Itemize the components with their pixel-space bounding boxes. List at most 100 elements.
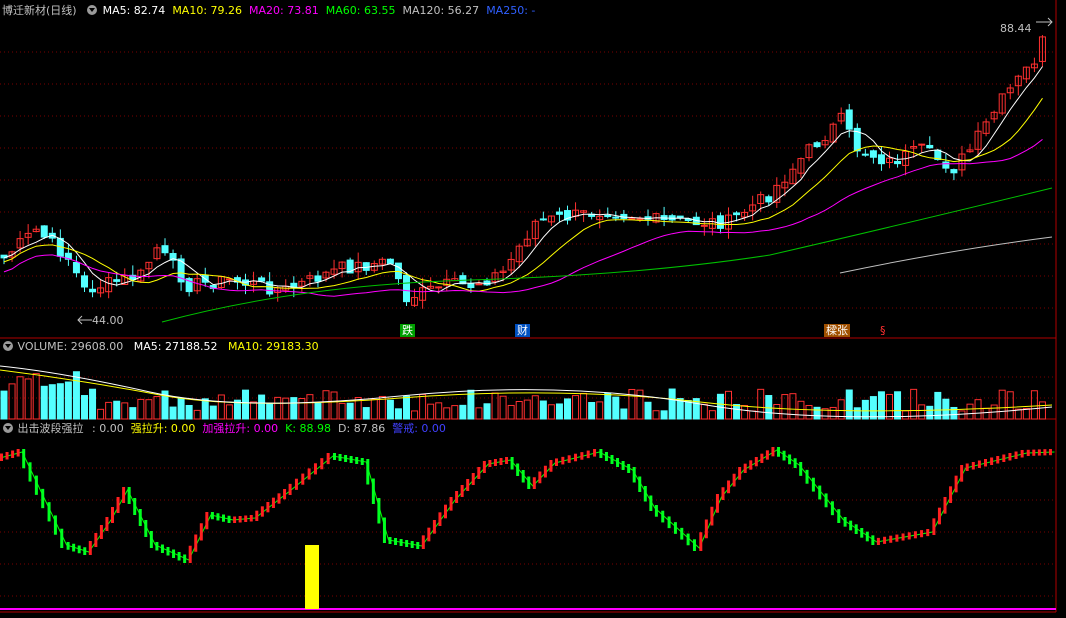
volume-bar	[910, 388, 918, 420]
k-bar	[77, 545, 81, 554]
k-bar	[11, 450, 15, 458]
candle-body	[700, 224, 708, 227]
k-bar	[244, 515, 248, 522]
candle-body	[950, 169, 958, 174]
volume-bar	[386, 399, 394, 420]
k-bar	[721, 487, 725, 500]
k-bar	[654, 505, 658, 517]
volume-bar	[612, 396, 620, 420]
volume-bar	[217, 394, 225, 420]
volume-bar	[362, 407, 370, 420]
k-bar	[338, 454, 342, 461]
k-bar	[255, 510, 259, 521]
candle-body	[81, 275, 88, 288]
k-bar	[144, 520, 148, 537]
k-bar	[574, 453, 578, 462]
volume-bar	[660, 410, 668, 420]
k-bar	[555, 458, 558, 466]
event-badge-s[interactable]: §	[878, 324, 888, 337]
event-badge-cai[interactable]: 财	[515, 324, 530, 337]
volume-bar	[185, 404, 193, 420]
k-bar	[421, 535, 425, 549]
volume-bar	[652, 410, 660, 420]
candle-body	[113, 279, 121, 282]
k-bar	[277, 493, 281, 504]
k-bar	[122, 487, 126, 503]
volume-bar	[394, 408, 402, 420]
volume-bar	[1030, 390, 1038, 420]
volume-bar	[274, 396, 282, 420]
volume-bar	[684, 400, 692, 420]
volume-bar	[0, 390, 8, 420]
k-bar	[788, 454, 792, 465]
volume-bar	[435, 402, 443, 420]
k-bar	[854, 524, 858, 534]
kline-chart[interactable]	[0, 0, 1066, 618]
event-badge-die[interactable]: 跌	[400, 324, 415, 337]
volume-bar	[242, 389, 249, 420]
k-bar	[371, 478, 375, 504]
candle-body	[403, 274, 410, 303]
volume-bar	[258, 394, 266, 420]
volume-bar	[113, 400, 121, 420]
k-bar	[99, 525, 103, 539]
k-bar	[771, 447, 775, 457]
volume-bar	[1038, 401, 1046, 420]
volume-bar	[845, 389, 853, 420]
k-bar	[543, 465, 547, 478]
k-bar	[360, 458, 364, 465]
candle-body	[539, 218, 547, 221]
volume-bar	[137, 398, 145, 420]
k-bar	[743, 463, 747, 473]
volume-bar	[105, 401, 113, 420]
volume-bar	[789, 393, 797, 420]
k-bar	[990, 457, 994, 465]
k-bar	[333, 453, 336, 460]
candle-body	[394, 262, 402, 280]
event-badge-zhang[interactable]: 樑张	[824, 324, 850, 337]
k-bar	[105, 517, 109, 531]
volume-bar	[298, 398, 306, 420]
volume-bar	[177, 397, 185, 420]
high-price-label: 88.44	[1000, 22, 1032, 35]
k-bar	[320, 458, 324, 470]
k-bar	[715, 494, 719, 513]
k-bar	[527, 476, 531, 489]
candle-body	[861, 153, 869, 156]
k-bar	[599, 449, 603, 458]
volume-bar	[8, 383, 16, 420]
k-bar	[205, 512, 209, 530]
k-bar	[937, 507, 941, 525]
k-bar	[499, 458, 503, 465]
candle-body	[161, 245, 169, 254]
volume-bar	[797, 400, 805, 420]
volume-bar	[741, 405, 749, 420]
volume-bar	[974, 399, 982, 420]
k-bar	[116, 497, 120, 513]
k-bar	[155, 542, 159, 551]
k-bar	[249, 515, 253, 522]
k-bar	[47, 502, 51, 522]
volume-bar	[24, 378, 32, 420]
volume-bar	[515, 401, 523, 420]
k-bar	[444, 504, 447, 519]
volume-bar	[81, 395, 88, 420]
k-bar	[183, 554, 187, 563]
candle-body	[869, 150, 877, 158]
k-bar	[16, 449, 20, 457]
k-bar	[632, 467, 636, 483]
volume-bar	[330, 391, 338, 420]
volume-bar	[604, 392, 612, 420]
volume-bar	[451, 405, 459, 420]
volume-bar	[97, 408, 105, 420]
volume-bar	[225, 404, 233, 420]
k-bar	[34, 475, 38, 495]
k-bar	[604, 452, 608, 461]
high-arrow	[1036, 17, 1053, 27]
volume-bar	[40, 385, 48, 420]
k-bar	[913, 531, 917, 539]
k-bar	[1002, 454, 1006, 462]
k-bar	[793, 458, 797, 468]
volume-bar	[644, 401, 652, 420]
k-bar	[704, 519, 708, 539]
